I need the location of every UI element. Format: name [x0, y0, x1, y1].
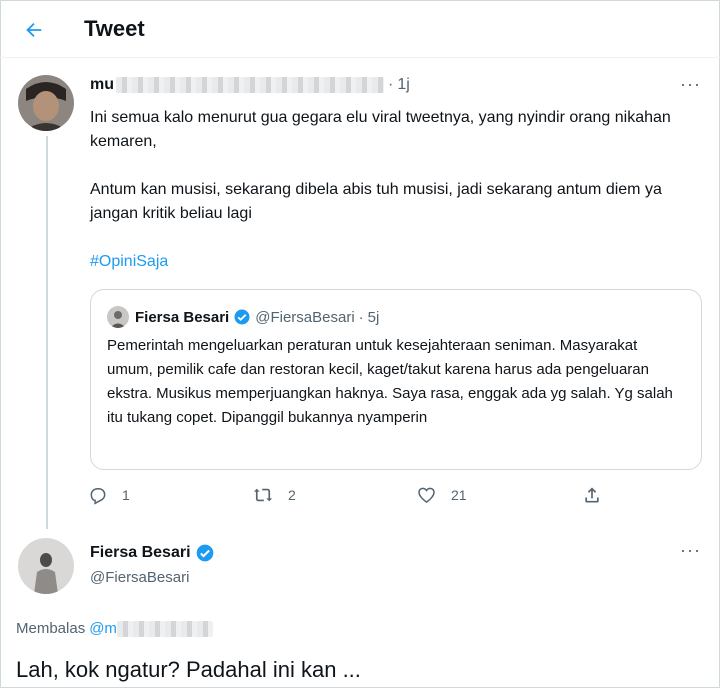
reply-author-name[interactable]: Fiersa Besari	[90, 544, 191, 562]
reply-text: Lah, kok ngatur? Padahal ini kan ...	[16, 657, 361, 682]
hashtag-link[interactable]: #OpiniSaja	[90, 253, 168, 271]
avatar[interactable]	[18, 75, 74, 131]
replying-to-row: Membalas @m	[16, 620, 213, 637]
share-icon	[585, 487, 599, 503]
reply-author-handle[interactable]: @FiersaBesari	[90, 569, 189, 586]
back-button[interactable]	[18, 14, 50, 46]
tweet-action-bar: 1 2 21	[88, 482, 608, 512]
reply-avatar[interactable]	[18, 538, 74, 594]
reply-count: 1	[122, 487, 130, 503]
more-options-button[interactable]: ···	[680, 74, 701, 95]
avatar-photo	[18, 75, 74, 131]
replying-to-mention[interactable]: @m	[89, 620, 117, 637]
redacted-username	[116, 620, 213, 637]
tweet-author-name[interactable]: mu	[90, 76, 114, 94]
separator-dot: ·	[358, 308, 364, 326]
retweet-count: 2	[288, 487, 296, 503]
quoted-tweet-header: Fiersa Besari @FiersaBesari · 5j	[107, 306, 379, 328]
share-button[interactable]	[582, 485, 602, 505]
reply-author-row: Fiersa Besari	[90, 543, 215, 563]
redacted-username	[116, 77, 384, 93]
reply-avatar-photo	[18, 538, 74, 594]
quoted-tweet-text: Pemerintah mengeluarkan peraturan untuk …	[107, 337, 673, 426]
thread-line	[46, 136, 48, 529]
replying-label: Membalas	[16, 620, 86, 637]
separator-dot: ·	[388, 76, 394, 93]
retweet-button[interactable]: 2	[252, 485, 296, 505]
verified-badge-icon	[195, 543, 215, 563]
heart-icon	[418, 487, 435, 503]
tweet-paragraph: Antum kan musisi, sekarang dibela abis t…	[90, 181, 662, 222]
reply-button[interactable]: 1	[88, 485, 130, 505]
tweet-time[interactable]: 1j	[397, 76, 409, 94]
arrow-left-icon	[26, 22, 42, 38]
retweet-icon	[253, 488, 273, 502]
quoted-tweet[interactable]: Fiersa Besari @FiersaBesari · 5j Pemerin…	[90, 289, 702, 470]
quoted-author-handle: @FiersaBesari	[255, 308, 355, 326]
quoted-avatar	[107, 306, 129, 328]
reply-more-options-button[interactable]: ···	[680, 540, 701, 561]
quoted-author-name: Fiersa Besari	[135, 308, 230, 326]
like-button[interactable]: 21	[416, 485, 467, 505]
page-title: Tweet	[84, 16, 145, 41]
like-count: 21	[451, 487, 467, 503]
tweet-author-row: mu · 1j	[90, 76, 410, 94]
reply-icon	[90, 488, 106, 505]
verified-badge-icon	[233, 308, 251, 326]
quoted-tweet-time: 5j	[367, 308, 380, 326]
header-bar: Tweet	[0, 0, 720, 58]
tweet-paragraph: Ini semua kalo menurut gua gegara elu vi…	[90, 109, 671, 150]
